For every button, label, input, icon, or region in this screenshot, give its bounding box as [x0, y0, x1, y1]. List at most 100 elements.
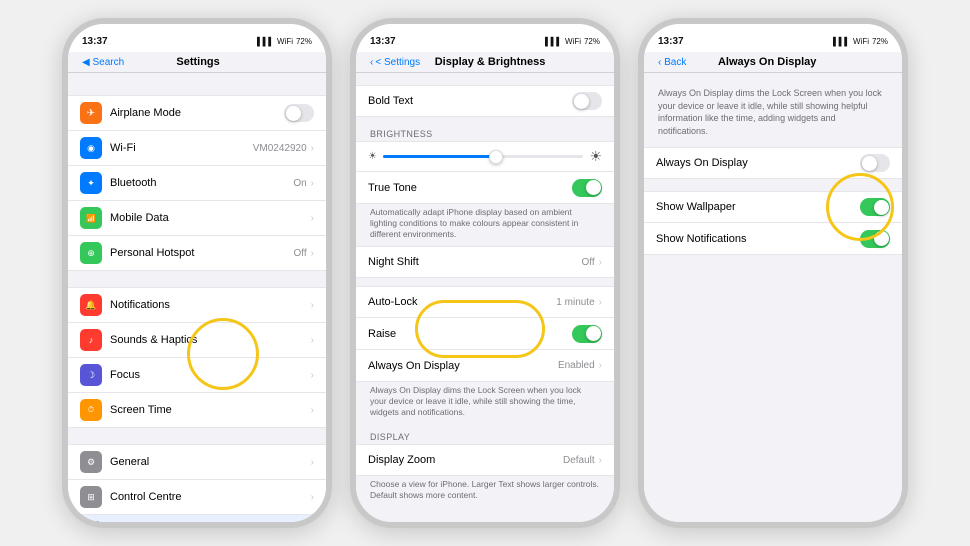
- display-zoom-value: Default: [563, 455, 595, 466]
- list-item[interactable]: 🔔 Notifications ›: [68, 287, 326, 323]
- always-on-display-row[interactable]: Always On Display Enabled ›: [356, 350, 614, 382]
- sun-small-icon: ☀: [368, 151, 377, 162]
- phone1-status-icons: ▌▌▌ WiFi 72%: [257, 37, 312, 46]
- back-label: < Settings: [375, 57, 420, 68]
- phone1-nav: ◀ Search Settings: [68, 52, 326, 73]
- phone3-wallpaper-row[interactable]: Show Wallpaper: [644, 191, 902, 223]
- chevron-icon: ›: [311, 457, 314, 468]
- raise-toggle[interactable]: [572, 325, 602, 343]
- phone3-aod-row[interactable]: Always On Display: [644, 147, 902, 179]
- display-zoom-row[interactable]: Display Zoom Default ›: [356, 444, 614, 476]
- phone3-status-icons: ▌▌▌ WiFi 72%: [833, 37, 888, 46]
- chevron-icon: ›: [311, 405, 314, 416]
- brightness-fill: [383, 155, 493, 158]
- chevron-icon: ›: [311, 370, 314, 381]
- bluetooth-value: On: [293, 178, 306, 189]
- battery-icon: 72%: [584, 37, 600, 46]
- phone1-title: Settings: [124, 56, 272, 68]
- mobile-data-label: Mobile Data: [110, 212, 311, 224]
- chevron-icon: ›: [311, 492, 314, 503]
- bold-text-toggle[interactable]: [572, 92, 602, 110]
- aod-label: Always On Display: [368, 360, 558, 372]
- list-item[interactable]: ⊞ Control Centre ›: [68, 480, 326, 515]
- display-section-header: DISPLAY: [356, 428, 614, 444]
- phone3-notifications-toggle[interactable]: [860, 230, 890, 248]
- list-item[interactable]: ◉ Wi-Fi VM0242920 ›: [68, 131, 326, 166]
- list-item[interactable]: ☽ Focus ›: [68, 358, 326, 393]
- signal-icon: ▌▌▌: [545, 37, 562, 46]
- chevron-icon: ›: [311, 248, 314, 259]
- phone2-status-bar: 13:37 ▌▌▌ WiFi 72%: [356, 24, 614, 52]
- list-item[interactable]: ⏱ Screen Time ›: [68, 393, 326, 428]
- phone3-back-button[interactable]: ‹ Back: [658, 57, 686, 68]
- phone3-wallpaper-label: Show Wallpaper: [656, 201, 860, 213]
- phone1-time: 13:37: [82, 36, 108, 47]
- hotspot-label: Personal Hotspot: [110, 247, 294, 259]
- list-item[interactable]: ✦ Bluetooth On ›: [68, 166, 326, 201]
- phone1-search-back[interactable]: ◀ Search: [82, 57, 124, 68]
- phone3-title: Always On Display: [686, 56, 848, 68]
- signal-icon: ▌▌▌: [833, 37, 850, 46]
- phone3-notifications-label: Show Notifications: [656, 233, 860, 245]
- list-item[interactable]: ⊕ Personal Hotspot Off ›: [68, 236, 326, 271]
- gap: [356, 278, 614, 286]
- list-item[interactable]: 📶 Mobile Data ›: [68, 201, 326, 236]
- gap: [356, 117, 614, 125]
- mobile-data-icon: 📶: [80, 207, 102, 229]
- battery-icon: 72%: [296, 37, 312, 46]
- phone3-settings-list: Always On Display dims the Lock Screen w…: [644, 73, 902, 522]
- phone3-description: Always On Display dims the Lock Screen w…: [644, 79, 902, 147]
- display-zoom-label: Display Zoom: [368, 454, 563, 466]
- auto-lock-value: 1 minute: [556, 297, 594, 308]
- chevron-icon: ›: [599, 360, 602, 371]
- focus-label: Focus: [110, 369, 311, 381]
- wifi-value: VM0242920: [253, 143, 307, 154]
- phone3-status-bar: 13:37 ▌▌▌ WiFi 72%: [644, 24, 902, 52]
- phone3-wallpaper-toggle[interactable]: [860, 198, 890, 216]
- true-tone-row[interactable]: True Tone: [356, 172, 614, 204]
- hotspot-value: Off: [294, 248, 307, 259]
- night-shift-row[interactable]: Night Shift Off ›: [356, 246, 614, 278]
- true-tone-label: True Tone: [368, 182, 572, 194]
- section-gap-2: [68, 271, 326, 287]
- bluetooth-label: Bluetooth: [110, 177, 293, 189]
- phone2-back-button[interactable]: ‹ < Settings: [370, 57, 420, 68]
- section-gap-3: [68, 428, 326, 444]
- phone1-screen: ◀ Search Settings ✈ Airplane Mode ◉ Wi-F…: [68, 52, 326, 522]
- phone2-time: 13:37: [370, 36, 396, 47]
- brightness-section-header: BRIGHTNESS: [356, 125, 614, 141]
- auto-lock-label: Auto-Lock: [368, 296, 556, 308]
- true-tone-toggle[interactable]: [572, 179, 602, 197]
- phone3-notifications-row[interactable]: Show Notifications: [644, 223, 902, 255]
- list-item[interactable]: ⚙ General ›: [68, 444, 326, 480]
- notifications-icon: 🔔: [80, 294, 102, 316]
- phone2-settings-list: Bold Text BRIGHTNESS ☀ ☀ True Tone: [356, 73, 614, 522]
- wifi-icon: WiFi: [565, 37, 581, 46]
- raise-label: Raise: [368, 328, 572, 340]
- phone3-aod-toggle[interactable]: [860, 154, 890, 172]
- phone2-wrapper: 13:37 ▌▌▌ WiFi 72% ‹ < Settings Display …: [350, 18, 620, 528]
- sounds-icon: ♪: [80, 329, 102, 351]
- screen-time-icon: ⏱: [80, 399, 102, 421]
- night-shift-label: Night Shift: [368, 256, 582, 268]
- brightness-slider[interactable]: [383, 155, 583, 158]
- airplane-toggle[interactable]: [284, 104, 314, 122]
- phone3-nav: ‹ Back Always On Display: [644, 52, 902, 73]
- general-icon: ⚙: [80, 451, 102, 473]
- signal-icon: ▌▌▌: [257, 37, 274, 46]
- list-item[interactable]: ✈ Airplane Mode: [68, 95, 326, 131]
- screen-time-label: Screen Time: [110, 404, 311, 416]
- bold-text-row[interactable]: Bold Text: [356, 85, 614, 117]
- display-brightness-row[interactable]: AA Display & Brightness ›: [68, 515, 326, 522]
- list-item[interactable]: ♪ Sounds & Haptics ›: [68, 323, 326, 358]
- chevron-icon: ›: [311, 213, 314, 224]
- raise-row[interactable]: Raise: [356, 318, 614, 350]
- auto-lock-row[interactable]: Auto-Lock 1 minute ›: [356, 286, 614, 318]
- bluetooth-icon: ✦: [80, 172, 102, 194]
- brightness-row[interactable]: ☀ ☀: [356, 141, 614, 172]
- sun-large-icon: ☀: [589, 148, 602, 165]
- chevron-icon: ›: [311, 335, 314, 346]
- bold-text-label: Bold Text: [368, 95, 572, 107]
- phone3-aod-label: Always On Display: [656, 157, 860, 169]
- general-label: General: [110, 456, 311, 468]
